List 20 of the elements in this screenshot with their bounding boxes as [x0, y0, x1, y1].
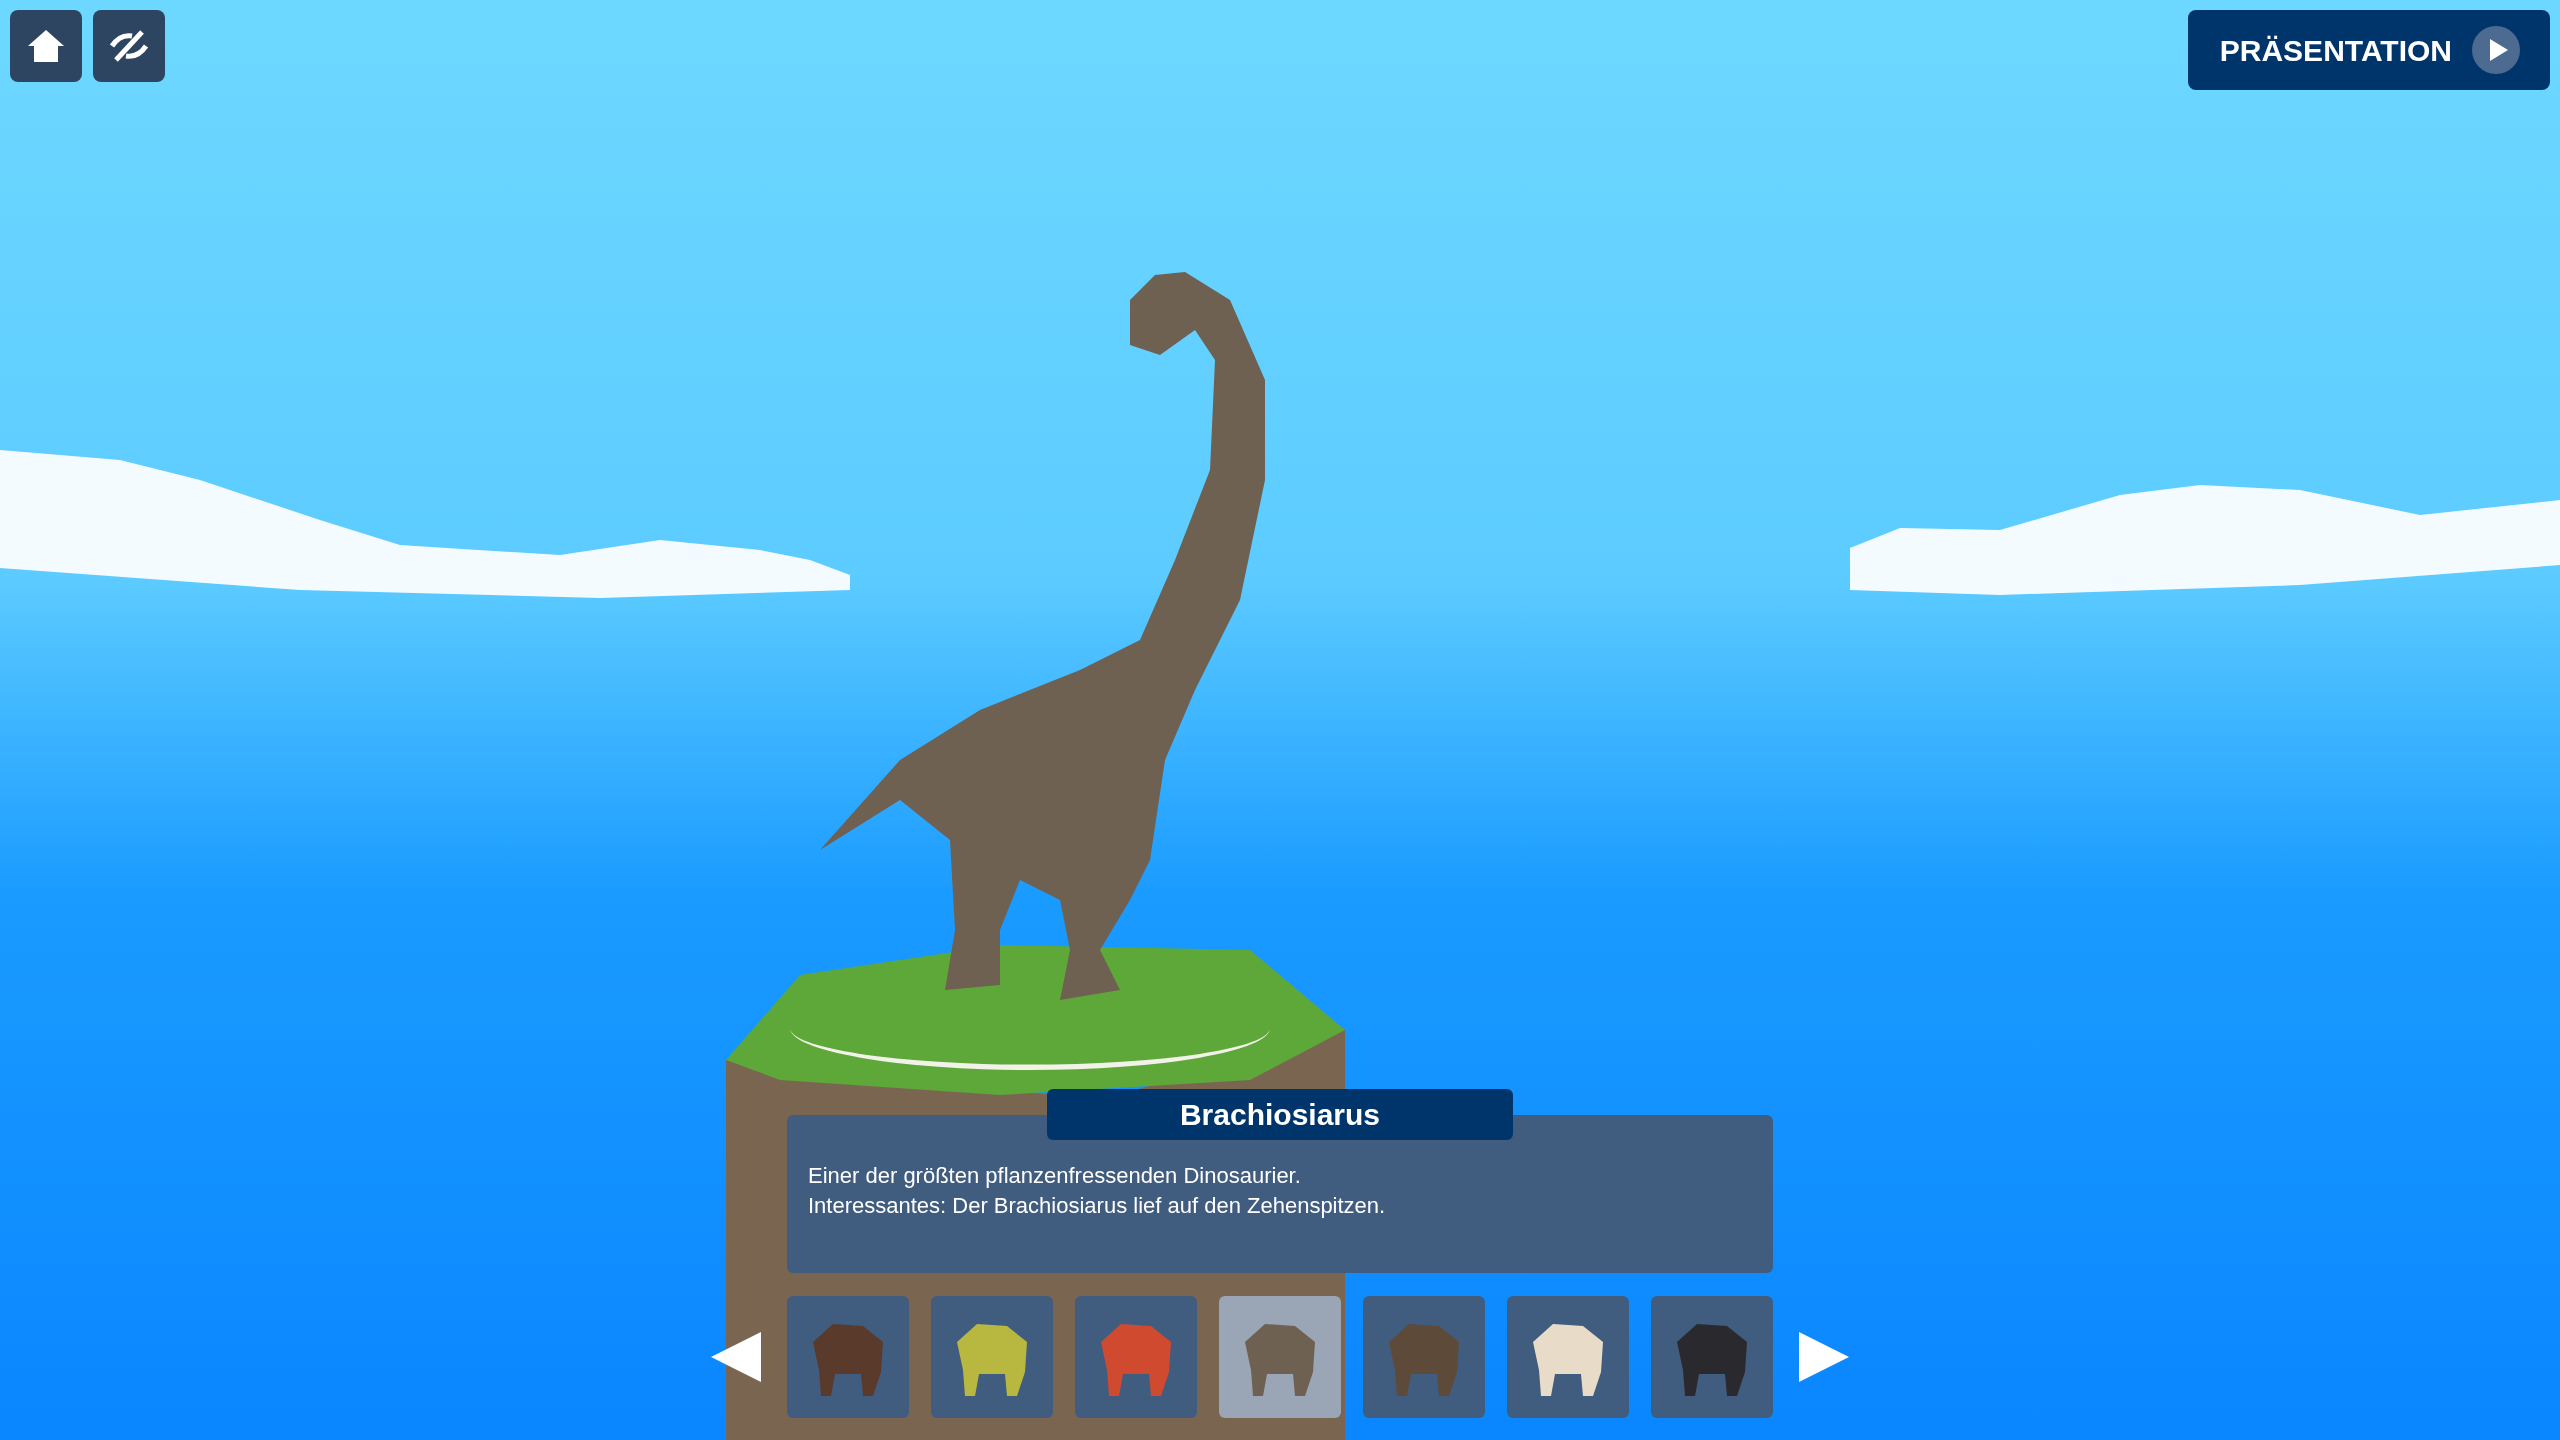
next-arrow-button[interactable]: [1797, 1330, 1851, 1384]
animal-thumbnail[interactable]: [1507, 1296, 1629, 1418]
play-icon: [2472, 26, 2520, 74]
right-triangle-icon: [1797, 1330, 1851, 1384]
info-title: Brachiosiarus: [1047, 1089, 1513, 1140]
left-triangle-icon: [709, 1330, 763, 1384]
description-text: Einer der größten pflanzenfressenden Dinosaurier.: [808, 1162, 1302, 1190]
animal-thumbnail[interactable]: [1363, 1296, 1485, 1418]
description-text: Interessantes: Der Brachiosiarus lief auf den Zehenspitzen.: [808, 1192, 1387, 1220]
eye-slash-icon: [108, 28, 150, 64]
animal-thumbnail[interactable]: [1651, 1296, 1773, 1418]
animal-thumbnail[interactable]: [1219, 1296, 1341, 1418]
home-icon: [27, 28, 65, 64]
animal-thumbnail[interactable]: [1075, 1296, 1197, 1418]
presentation-button[interactable]: PRÄSENTATION: [2187, 10, 2550, 90]
previous-arrow-button[interactable]: [709, 1330, 763, 1384]
home-button[interactable]: [10, 10, 82, 82]
animal-thumbnail[interactable]: [931, 1296, 1053, 1418]
visibility-toggle-button[interactable]: [93, 10, 165, 82]
animal-thumbnail[interactable]: [787, 1296, 909, 1418]
